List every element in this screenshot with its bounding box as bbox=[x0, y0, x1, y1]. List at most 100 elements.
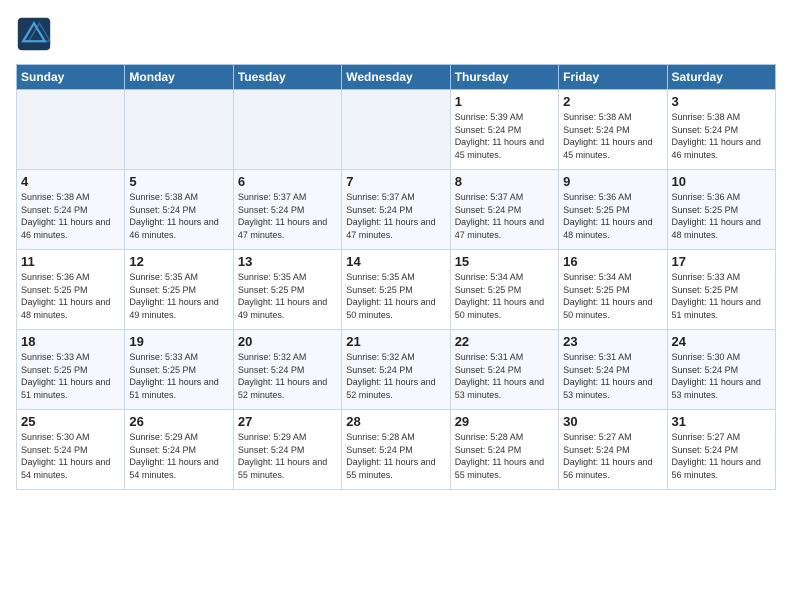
day-number: 8 bbox=[455, 174, 554, 189]
day-info: Sunrise: 5:37 AMSunset: 5:24 PMDaylight:… bbox=[455, 191, 554, 241]
calendar-cell: 12 Sunrise: 5:35 AMSunset: 5:25 PMDayligh… bbox=[125, 250, 233, 330]
day-number: 29 bbox=[455, 414, 554, 429]
calendar-table: SundayMondayTuesdayWednesdayThursdayFrid… bbox=[16, 64, 776, 490]
day-info: Sunrise: 5:36 AMSunset: 5:25 PMDaylight:… bbox=[21, 271, 120, 321]
day-header-friday: Friday bbox=[559, 65, 667, 90]
day-number: 1 bbox=[455, 94, 554, 109]
calendar-header-row: SundayMondayTuesdayWednesdayThursdayFrid… bbox=[17, 65, 776, 90]
day-number: 13 bbox=[238, 254, 337, 269]
calendar-cell: 30 Sunrise: 5:27 AMSunset: 5:24 PMDayligh… bbox=[559, 410, 667, 490]
day-info: Sunrise: 5:28 AMSunset: 5:24 PMDaylight:… bbox=[455, 431, 554, 481]
day-header-monday: Monday bbox=[125, 65, 233, 90]
day-info: Sunrise: 5:33 AMSunset: 5:25 PMDaylight:… bbox=[129, 351, 228, 401]
calendar-cell: 5 Sunrise: 5:38 AMSunset: 5:24 PMDaylight… bbox=[125, 170, 233, 250]
day-header-sunday: Sunday bbox=[17, 65, 125, 90]
logo bbox=[16, 16, 56, 52]
calendar-cell: 31 Sunrise: 5:27 AMSunset: 5:24 PMDayligh… bbox=[667, 410, 775, 490]
day-info: Sunrise: 5:34 AMSunset: 5:25 PMDaylight:… bbox=[455, 271, 554, 321]
calendar-cell: 9Sunrise: 5:36 AMSunset: 5:25 PMDaylight… bbox=[559, 170, 667, 250]
day-number: 20 bbox=[238, 334, 337, 349]
page-header bbox=[16, 16, 776, 52]
day-info: Sunrise: 5:27 AMSunset: 5:24 PMDaylight:… bbox=[672, 431, 771, 481]
day-info: Sunrise: 5:35 AMSunset: 5:25 PMDaylight:… bbox=[129, 271, 228, 321]
day-info: Sunrise: 5:38 AMSunset: 5:24 PMDaylight:… bbox=[129, 191, 228, 241]
day-info: Sunrise: 5:35 AMSunset: 5:25 PMDaylight:… bbox=[238, 271, 337, 321]
day-number: 12 bbox=[129, 254, 228, 269]
day-number: 15 bbox=[455, 254, 554, 269]
day-info: Sunrise: 5:36 AMSunset: 5:25 PMDaylight:… bbox=[672, 191, 771, 241]
day-info: Sunrise: 5:27 AMSunset: 5:24 PMDaylight:… bbox=[563, 431, 662, 481]
calendar-cell: 29 Sunrise: 5:28 AMSunset: 5:24 PMDayligh… bbox=[450, 410, 558, 490]
calendar-cell: 24 Sunrise: 5:30 AMSunset: 5:24 PMDayligh… bbox=[667, 330, 775, 410]
day-number: 16 bbox=[563, 254, 662, 269]
day-number: 18 bbox=[21, 334, 120, 349]
calendar-cell: 22 Sunrise: 5:31 AMSunset: 5:24 PMDayligh… bbox=[450, 330, 558, 410]
day-info: Sunrise: 5:29 AMSunset: 5:24 PMDaylight:… bbox=[129, 431, 228, 481]
day-info: Sunrise: 5:38 AMSunset: 5:24 PMDaylight:… bbox=[21, 191, 120, 241]
day-number: 17 bbox=[672, 254, 771, 269]
day-info: Sunrise: 5:35 AMSunset: 5:25 PMDaylight:… bbox=[346, 271, 445, 321]
day-info: Sunrise: 5:32 AMSunset: 5:24 PMDaylight:… bbox=[346, 351, 445, 401]
calendar-cell: 10 Sunrise: 5:36 AMSunset: 5:25 PMDayligh… bbox=[667, 170, 775, 250]
day-info: Sunrise: 5:29 AMSunset: 5:24 PMDaylight:… bbox=[238, 431, 337, 481]
day-info: Sunrise: 5:31 AMSunset: 5:24 PMDaylight:… bbox=[563, 351, 662, 401]
day-info: Sunrise: 5:37 AMSunset: 5:24 PMDaylight:… bbox=[346, 191, 445, 241]
calendar-cell: 13 Sunrise: 5:35 AMSunset: 5:25 PMDayligh… bbox=[233, 250, 341, 330]
calendar-week-row: 1 Sunrise: 5:39 AMSunset: 5:24 PMDaylight… bbox=[17, 90, 776, 170]
day-info: Sunrise: 5:31 AMSunset: 5:24 PMDaylight:… bbox=[455, 351, 554, 401]
day-number: 21 bbox=[346, 334, 445, 349]
calendar-cell: 2 Sunrise: 5:38 AMSunset: 5:24 PMDaylight… bbox=[559, 90, 667, 170]
calendar-week-row: 4 Sunrise: 5:38 AMSunset: 5:24 PMDaylight… bbox=[17, 170, 776, 250]
calendar-cell: 18 Sunrise: 5:33 AMSunset: 5:25 PMDayligh… bbox=[17, 330, 125, 410]
calendar-week-row: 18 Sunrise: 5:33 AMSunset: 5:25 PMDayligh… bbox=[17, 330, 776, 410]
day-number: 10 bbox=[672, 174, 771, 189]
day-number: 4 bbox=[21, 174, 120, 189]
day-number: 23 bbox=[563, 334, 662, 349]
day-number: 5 bbox=[129, 174, 228, 189]
day-info: Sunrise: 5:30 AMSunset: 5:24 PMDaylight:… bbox=[672, 351, 771, 401]
calendar-cell: 8 Sunrise: 5:37 AMSunset: 5:24 PMDaylight… bbox=[450, 170, 558, 250]
calendar-cell bbox=[17, 90, 125, 170]
calendar-cell: 27 Sunrise: 5:29 AMSunset: 5:24 PMDayligh… bbox=[233, 410, 341, 490]
day-info: Sunrise: 5:38 AMSunset: 5:24 PMDaylight:… bbox=[563, 111, 662, 161]
calendar-cell: 17Sunrise: 5:33 AMSunset: 5:25 PMDayligh… bbox=[667, 250, 775, 330]
day-number: 28 bbox=[346, 414, 445, 429]
calendar-week-row: 11Sunrise: 5:36 AMSunset: 5:25 PMDayligh… bbox=[17, 250, 776, 330]
calendar-cell: 26 Sunrise: 5:29 AMSunset: 5:24 PMDayligh… bbox=[125, 410, 233, 490]
calendar-cell: 7 Sunrise: 5:37 AMSunset: 5:24 PMDaylight… bbox=[342, 170, 450, 250]
day-info: Sunrise: 5:38 AMSunset: 5:24 PMDaylight:… bbox=[672, 111, 771, 161]
calendar-cell: 20 Sunrise: 5:32 AMSunset: 5:24 PMDayligh… bbox=[233, 330, 341, 410]
calendar-cell: 4 Sunrise: 5:38 AMSunset: 5:24 PMDaylight… bbox=[17, 170, 125, 250]
calendar-cell: 11Sunrise: 5:36 AMSunset: 5:25 PMDayligh… bbox=[17, 250, 125, 330]
day-number: 19 bbox=[129, 334, 228, 349]
day-info: Sunrise: 5:32 AMSunset: 5:24 PMDaylight:… bbox=[238, 351, 337, 401]
calendar-cell: 6Sunrise: 5:37 AMSunset: 5:24 PMDaylight… bbox=[233, 170, 341, 250]
day-header-tuesday: Tuesday bbox=[233, 65, 341, 90]
calendar-cell bbox=[342, 90, 450, 170]
calendar-cell: 23 Sunrise: 5:31 AMSunset: 5:24 PMDayligh… bbox=[559, 330, 667, 410]
day-number: 26 bbox=[129, 414, 228, 429]
day-info: Sunrise: 5:36 AMSunset: 5:25 PMDaylight:… bbox=[563, 191, 662, 241]
day-info: Sunrise: 5:28 AMSunset: 5:24 PMDaylight:… bbox=[346, 431, 445, 481]
day-number: 22 bbox=[455, 334, 554, 349]
day-number: 30 bbox=[563, 414, 662, 429]
calendar-cell bbox=[125, 90, 233, 170]
day-number: 14 bbox=[346, 254, 445, 269]
day-number: 2 bbox=[563, 94, 662, 109]
day-info: Sunrise: 5:30 AMSunset: 5:24 PMDaylight:… bbox=[21, 431, 120, 481]
calendar-cell: 16 Sunrise: 5:34 AMSunset: 5:25 PMDayligh… bbox=[559, 250, 667, 330]
calendar-cell bbox=[233, 90, 341, 170]
day-number: 24 bbox=[672, 334, 771, 349]
day-number: 27 bbox=[238, 414, 337, 429]
day-info: Sunrise: 5:39 AMSunset: 5:24 PMDaylight:… bbox=[455, 111, 554, 161]
day-info: Sunrise: 5:34 AMSunset: 5:25 PMDaylight:… bbox=[563, 271, 662, 321]
calendar-cell: 19 Sunrise: 5:33 AMSunset: 5:25 PMDayligh… bbox=[125, 330, 233, 410]
day-number: 31 bbox=[672, 414, 771, 429]
calendar-cell: 3 Sunrise: 5:38 AMSunset: 5:24 PMDaylight… bbox=[667, 90, 775, 170]
day-number: 3 bbox=[672, 94, 771, 109]
calendar-week-row: 25Sunrise: 5:30 AMSunset: 5:24 PMDayligh… bbox=[17, 410, 776, 490]
day-header-saturday: Saturday bbox=[667, 65, 775, 90]
calendar-cell: 25Sunrise: 5:30 AMSunset: 5:24 PMDayligh… bbox=[17, 410, 125, 490]
day-number: 7 bbox=[346, 174, 445, 189]
day-info: Sunrise: 5:33 AMSunset: 5:25 PMDaylight:… bbox=[21, 351, 120, 401]
